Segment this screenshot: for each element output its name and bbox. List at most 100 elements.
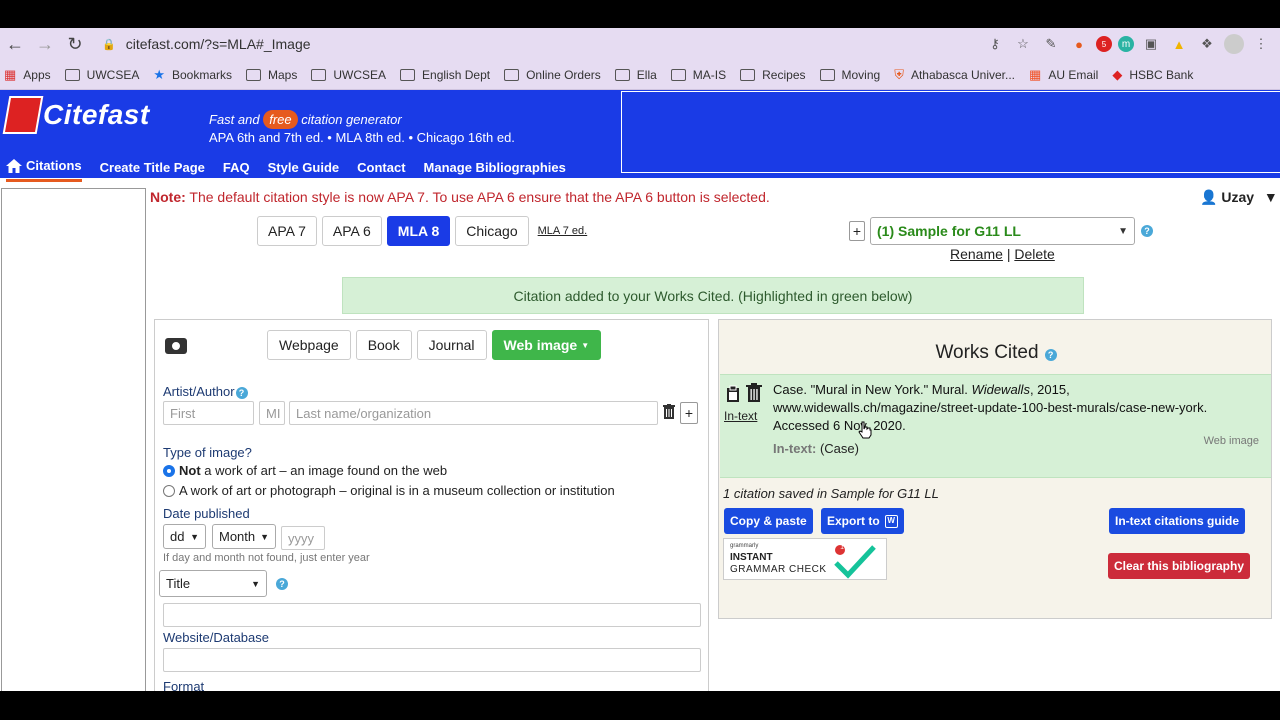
reload-icon[interactable]: ↻ (60, 29, 90, 59)
bookmark-recipes[interactable]: Recipes (740, 68, 806, 82)
star-icon[interactable]: ☆ (1012, 33, 1034, 55)
source-book-button[interactable]: Book (355, 330, 412, 360)
red-extension-icon[interactable]: 5 (1096, 36, 1112, 52)
help-icon[interactable]: ? (276, 578, 288, 590)
source-webpage-button[interactable]: Webpage (267, 330, 351, 360)
website-label: Website/Database (163, 630, 269, 645)
bookmark-au-email[interactable]: ▦ AU Email (1029, 67, 1098, 83)
first-name-input[interactable]: First (163, 401, 254, 425)
bookmark-uwcsea-2[interactable]: UWCSEA (311, 68, 386, 82)
header-ad-slot (621, 91, 1280, 173)
nav-faq[interactable]: FAQ (223, 152, 250, 182)
style-apa6-button[interactable]: APA 6 (321, 216, 382, 246)
trash-icon[interactable] (746, 383, 762, 403)
bibliography-select[interactable]: (1) Sample for G11 LL ▼ (870, 217, 1135, 245)
help-icon[interactable]: ? (1044, 349, 1057, 361)
back-icon[interactable]: ← (0, 29, 30, 59)
year-input[interactable]: yyyy (281, 526, 325, 550)
camera-icon[interactable] (165, 338, 187, 354)
website-input[interactable] (163, 648, 701, 672)
trash-icon[interactable] (663, 404, 675, 420)
style-mla8-button[interactable]: MLA 8 (386, 216, 451, 246)
free-badge: free (263, 110, 298, 129)
source-type-buttons: Webpage Book Journal Web image ▼ (267, 330, 602, 360)
style-chicago-button[interactable]: Chicago (455, 216, 529, 246)
nav-citations[interactable]: Citations (6, 158, 82, 182)
artist-label: Artist/Author? (163, 384, 248, 399)
word-icon: W (884, 514, 898, 528)
bookmark-online-orders[interactable]: Online Orders (504, 68, 601, 82)
citation-style-tabs: APA 7 APA 6 MLA 8 Chicago MLA 7 ed. (257, 216, 587, 246)
bookmark-apps[interactable]: ▦ Apps (4, 67, 51, 83)
rename-link[interactable]: Rename (950, 246, 1003, 262)
menu-icon[interactable]: ⋮ (1250, 33, 1272, 55)
add-author-button[interactable]: + (680, 402, 698, 424)
key-icon[interactable]: ⚷ (984, 33, 1006, 55)
new-bibliography-button[interactable]: + (849, 221, 865, 241)
middle-initial-input[interactable]: MI (259, 401, 285, 425)
bookmark-ma-is[interactable]: MA-IS (670, 68, 726, 82)
hsbc-icon: ◆ (1112, 66, 1123, 82)
folder-icon (400, 68, 416, 81)
last-name-input[interactable]: Last name/organization (289, 401, 658, 425)
bookmark-english-dept[interactable]: English Dept (400, 68, 490, 82)
radio-unselected[interactable] (163, 484, 175, 497)
forward-icon[interactable]: → (30, 29, 60, 59)
bookmark-uwcsea[interactable]: UWCSEA (64, 68, 139, 82)
paste-icon[interactable] (726, 385, 740, 403)
address-bar[interactable]: 🔒 citefast.com/?s=MLA#_Image (92, 31, 1022, 57)
m-extension-icon[interactable]: m (1118, 36, 1134, 52)
mla7-link[interactable]: MLA 7 ed. (538, 225, 588, 237)
saved-count: 1 citation saved in Sample for G11 LL (723, 486, 939, 501)
flame-extension-icon[interactable]: ● (1068, 33, 1090, 55)
drive-extension-icon[interactable]: ▲ (1168, 33, 1190, 55)
browser-extensions: ⚷ ☆ ✎ ● 5 m ▣ ▲ ❖ ⋮ (984, 28, 1272, 60)
bookmark-ella[interactable]: Ella (614, 68, 657, 82)
nav-manage-bibliographies[interactable]: Manage Bibliographies (424, 152, 566, 182)
folder-icon (64, 68, 80, 81)
nav-style-guide[interactable]: Style Guide (268, 152, 340, 182)
bookmark-maps[interactable]: Maps (246, 68, 297, 82)
caret-down-icon: ▼ (1263, 189, 1278, 205)
square-extension-icon[interactable]: ▣ (1140, 33, 1162, 55)
not-art-option[interactable]: Not a work of art – an image found on th… (163, 463, 447, 478)
citation-form: Webpage Book Journal Web image ▼ Artist/… (154, 319, 709, 691)
title-input[interactable] (163, 603, 701, 627)
bookmark-bookmarks[interactable]: ★ Bookmarks (153, 67, 232, 83)
title-select[interactable]: Title ▼ (159, 570, 267, 597)
intext-guide-button[interactable]: In-text citations guide (1109, 508, 1246, 534)
bookmark-moving[interactable]: Moving (819, 68, 880, 82)
user-icon: 👤 (1200, 189, 1218, 205)
export-word-button[interactable]: Export to W (821, 508, 904, 534)
style-apa7-button[interactable]: APA 7 (257, 216, 317, 246)
lock-icon: 🔒 (102, 38, 116, 51)
caret-down-icon: ▼ (581, 340, 590, 350)
chevron-down-icon: ▼ (1118, 225, 1128, 237)
nav-create-title-page[interactable]: Create Title Page (100, 152, 205, 182)
month-select[interactable]: Month ▼ (212, 524, 276, 549)
pen-extension-icon[interactable]: ✎ (1040, 33, 1062, 55)
delete-link[interactable]: Delete (1014, 246, 1054, 262)
citefast-logo[interactable]: Citefast (2, 96, 150, 134)
help-icon[interactable]: ? (1141, 225, 1153, 237)
grammarly-badge[interactable]: grammarly INSTANT GRAMMAR CHECK 1 (723, 538, 887, 580)
work-of-art-option[interactable]: A work of art or photograph – original i… (163, 483, 615, 498)
clear-bibliography-button[interactable]: Clear this bibliography (1108, 553, 1251, 579)
bibliography-actions: Rename | Delete (950, 246, 1055, 262)
user-menu[interactable]: 👤 Uzay ▼ (1200, 189, 1278, 206)
source-web-image-button[interactable]: Web image ▼ (491, 330, 602, 360)
copy-paste-button[interactable]: Copy & paste (724, 508, 813, 534)
profile-avatar[interactable] (1224, 34, 1244, 54)
bookmark-hsbc[interactable]: ◆ HSBC Bank (1112, 67, 1193, 83)
folder-icon (740, 68, 756, 81)
help-icon[interactable]: ? (235, 387, 248, 399)
radio-selected[interactable] (163, 464, 175, 477)
bookmark-athabasca[interactable]: ⛨ Athabasca Univer... (894, 67, 1015, 83)
source-journal-button[interactable]: Journal (416, 330, 487, 360)
intext-link[interactable]: In-text (724, 409, 757, 423)
folder-icon (246, 68, 262, 81)
intext-citation: In-text: (Case) (773, 441, 859, 456)
nav-contact[interactable]: Contact (357, 152, 405, 182)
puzzle-icon[interactable]: ❖ (1196, 33, 1218, 55)
day-select[interactable]: dd ▼ (163, 524, 206, 549)
